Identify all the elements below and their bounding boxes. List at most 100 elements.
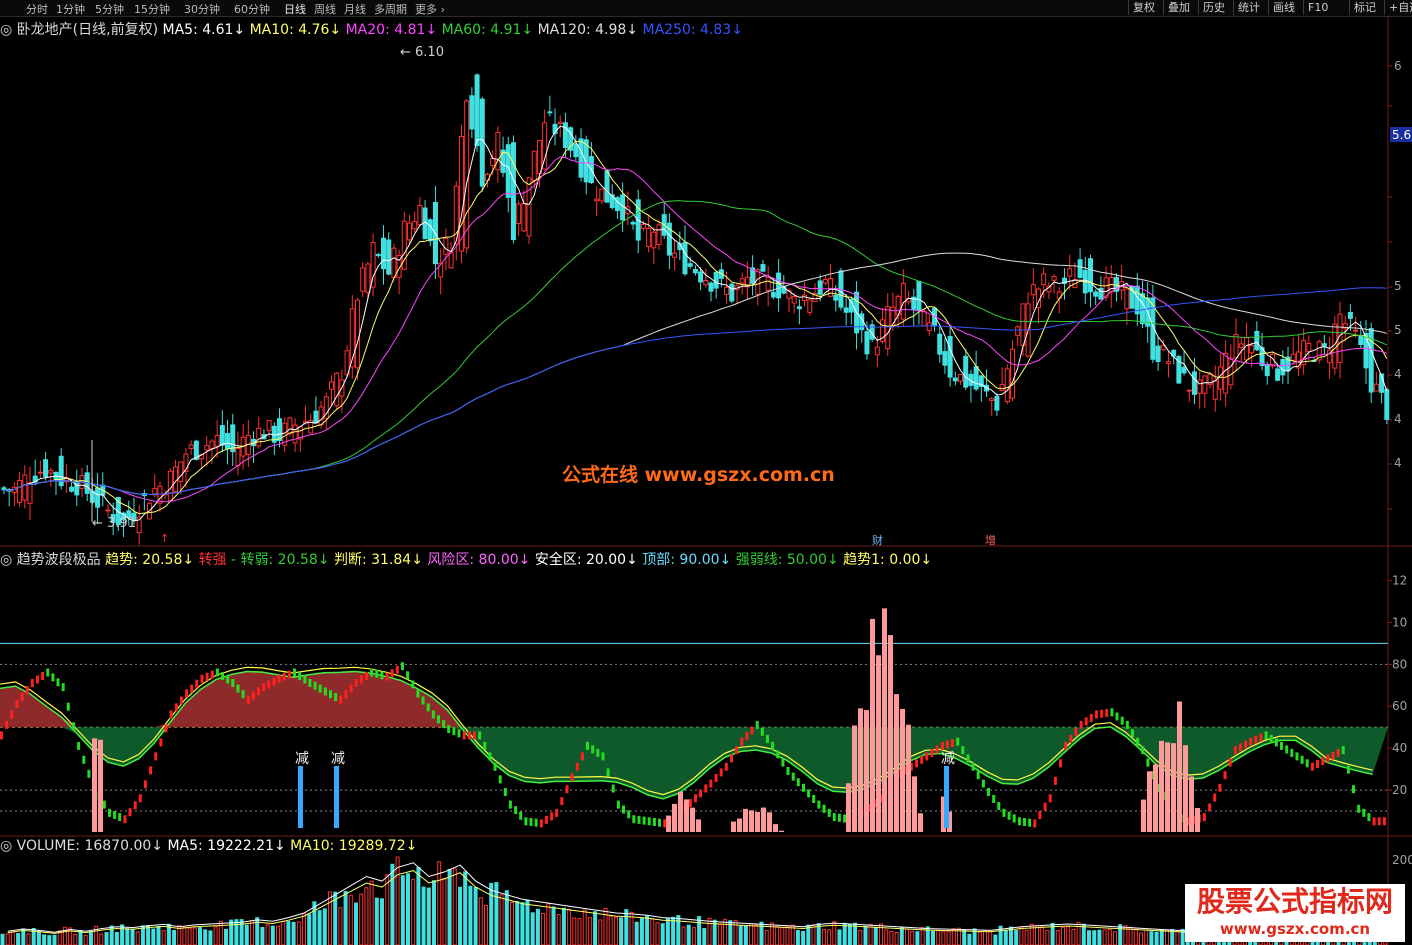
osc-step [637, 815, 641, 824]
volume-bar [1175, 930, 1180, 945]
volume-bar [780, 926, 785, 945]
volume-bar [634, 921, 639, 945]
osc-step [1372, 817, 1376, 826]
candle-body [765, 277, 771, 291]
volume-bar [208, 930, 213, 945]
osc-step [498, 775, 502, 784]
center-watermark: 公式在线 www.gszx.com.cn [562, 464, 835, 486]
volume-bar [811, 924, 816, 945]
candle-body [95, 487, 101, 508]
osc-step [1125, 720, 1129, 729]
osc-step [1326, 754, 1330, 763]
volume-bar [842, 922, 847, 945]
osc-step [1095, 710, 1098, 719]
candle-body [760, 264, 766, 272]
candle-body [1321, 343, 1327, 347]
osc-step [421, 696, 425, 705]
candle-body [464, 100, 470, 249]
volume-bar [671, 916, 676, 945]
osc-step [287, 670, 291, 679]
volume-bar [1097, 929, 1102, 945]
osc-step [1074, 727, 1078, 736]
volume-bar [400, 875, 405, 945]
osc-step [46, 668, 50, 677]
candle-body [1124, 288, 1130, 310]
volume-bar [21, 928, 26, 945]
volume-bar [286, 920, 291, 945]
osc-step [1310, 762, 1314, 771]
osc-step [82, 755, 86, 764]
volume-bar [130, 928, 135, 945]
candle-body [651, 231, 657, 249]
volume-bar [104, 932, 109, 945]
volume-bar [1076, 922, 1081, 945]
osc-step [138, 794, 142, 803]
osc-step [133, 801, 137, 810]
candle-body [791, 296, 797, 304]
volume-bar [681, 926, 686, 945]
candle-body [703, 280, 709, 286]
candle-body [921, 310, 927, 327]
candle-body [599, 188, 605, 202]
volume-bar [541, 913, 546, 945]
candle-body [474, 74, 480, 146]
osc-step [318, 684, 322, 693]
candle-body [1353, 329, 1359, 332]
candle-body [833, 294, 839, 301]
osc-step [935, 745, 939, 754]
osc-step [719, 768, 723, 777]
osc-step [77, 741, 81, 750]
osc-step [1382, 817, 1386, 826]
osc-step [539, 819, 543, 828]
osc-step [915, 759, 919, 768]
osc-step [642, 816, 646, 825]
osc-step [966, 754, 970, 763]
candle-body [219, 425, 225, 446]
pink-bar [1165, 742, 1170, 832]
candle-body [74, 480, 80, 496]
volume-bar [255, 917, 260, 945]
volume-bar [499, 894, 504, 945]
candle-body [724, 286, 730, 295]
volume-bar [587, 917, 592, 945]
volume-bar [686, 924, 691, 945]
osc-step [724, 762, 728, 771]
candle-body [1010, 348, 1016, 399]
osc-step [930, 748, 934, 757]
candle-body [796, 306, 802, 310]
candle-body [495, 131, 501, 171]
osc-step [149, 766, 153, 775]
osc-step [1238, 743, 1242, 752]
volume-bar [172, 930, 177, 945]
osc-step [329, 690, 332, 699]
volume-bar [1019, 926, 1024, 945]
pink-bar [672, 803, 677, 832]
volume-bar [723, 918, 728, 945]
candle-body [188, 444, 194, 450]
volume-bar [821, 929, 826, 945]
osc-step [771, 741, 775, 750]
osc-step [730, 754, 733, 763]
pink-bar [870, 618, 875, 832]
osc-step [246, 695, 250, 704]
marker-arrow: ↑ [160, 532, 169, 545]
osc-step [200, 674, 204, 683]
candle-body [963, 355, 969, 388]
volume-bar [977, 931, 982, 945]
volume-bar [1003, 930, 1008, 945]
osc-step [25, 686, 29, 694]
osc-step [580, 752, 584, 761]
osc-step [802, 783, 805, 792]
candle-body [178, 461, 184, 482]
pink-bar [1177, 701, 1182, 832]
osc-step [1367, 813, 1371, 822]
volume-bar [931, 930, 935, 945]
volume-bar [406, 873, 410, 945]
candle-body [755, 269, 761, 295]
volume-bar [530, 912, 535, 945]
osc-step [508, 800, 512, 809]
candle-body [43, 459, 49, 478]
corner-watermark: 股票公式指标网 www.gszx.com.cn [1185, 884, 1405, 942]
osc-step [1023, 818, 1026, 826]
candle-body [947, 335, 953, 378]
